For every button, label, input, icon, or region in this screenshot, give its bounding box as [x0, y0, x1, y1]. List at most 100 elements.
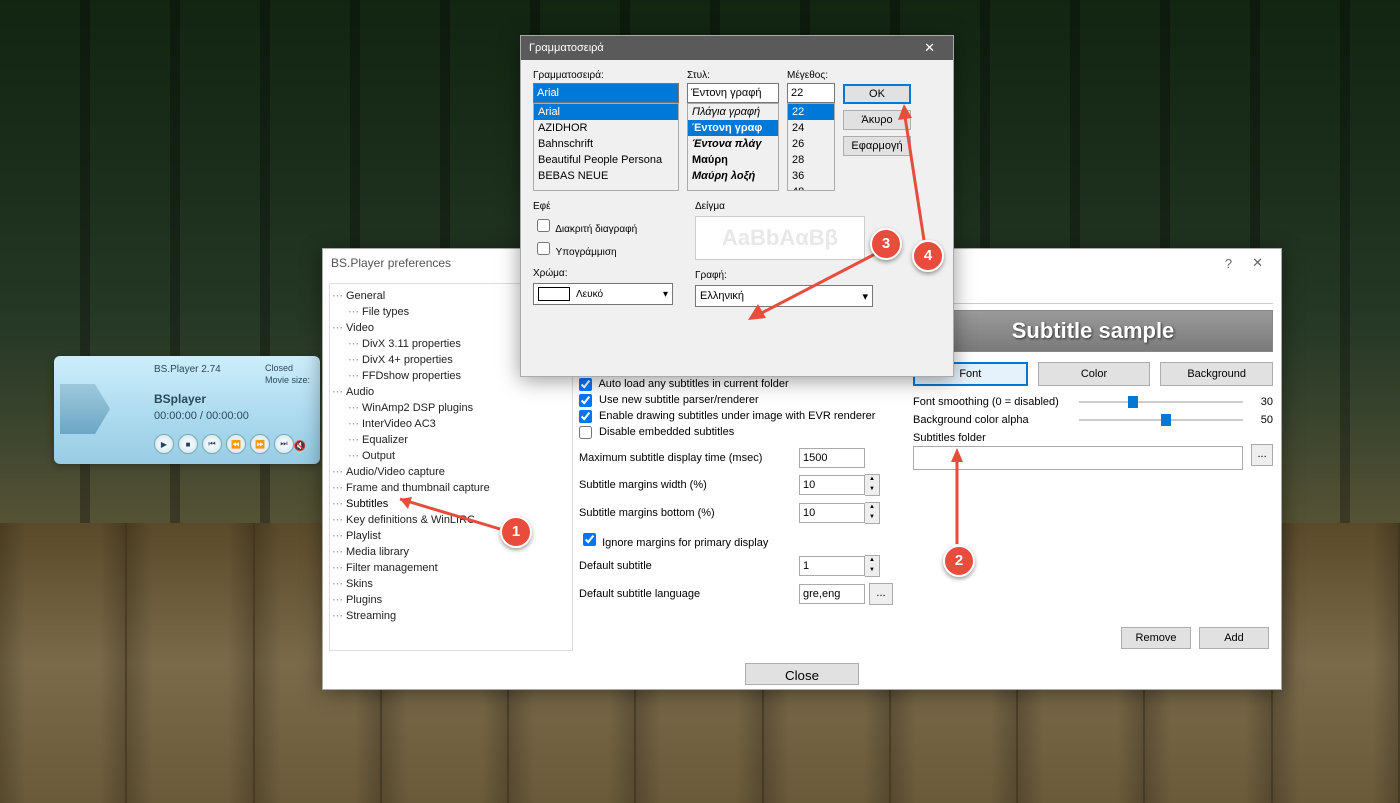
- margin-bottom-label: Subtitle margins bottom (%): [579, 507, 799, 519]
- margin-width-input[interactable]: [799, 475, 865, 495]
- check-item[interactable]: Use new subtitle parser/renderer: [579, 392, 903, 408]
- smoothing-slider[interactable]: [1079, 401, 1243, 403]
- alpha-slider[interactable]: [1079, 419, 1243, 421]
- bsplayer-widget[interactable]: BS.Player 2.74 BSplayer 00:00:00 / 00:00…: [54, 356, 320, 464]
- tree-item[interactable]: Audio: [332, 384, 570, 400]
- default-subtitle-label: Default subtitle: [579, 560, 799, 572]
- default-lang-label: Default subtitle language: [579, 588, 799, 600]
- margin-bottom-input[interactable]: [799, 503, 865, 523]
- close-icon[interactable]: ✕: [914, 36, 945, 60]
- list-item[interactable]: 26: [788, 136, 834, 152]
- spinner[interactable]: ▲▼: [865, 555, 880, 577]
- ff-icon[interactable]: ⏩: [250, 434, 270, 454]
- tree-item[interactable]: Frame and thumbnail capture: [332, 480, 570, 496]
- spinner[interactable]: ▲▼: [865, 474, 880, 496]
- background-button[interactable]: Background: [1160, 362, 1273, 386]
- tree-item[interactable]: Output: [332, 448, 570, 464]
- subtitles-folder-input[interactable]: [913, 446, 1243, 470]
- max-time-label: Maximum subtitle display time (msec): [579, 452, 799, 464]
- underline-check[interactable]: Υπογράμμιση: [533, 239, 683, 262]
- ok-button[interactable]: OK: [843, 84, 911, 104]
- prev-icon[interactable]: ⏮: [202, 434, 222, 454]
- list-item[interactable]: Arial: [534, 104, 678, 120]
- strikeout-check[interactable]: Διακριτή διαγραφή: [533, 216, 683, 239]
- player-header: BS.Player 2.74: [154, 364, 221, 375]
- apply-button[interactable]: Εφαρμογή: [843, 136, 911, 156]
- spinner[interactable]: ▲▼: [865, 502, 880, 524]
- list-item[interactable]: 28: [788, 152, 834, 168]
- preview-label: Δείγμα: [695, 201, 873, 212]
- smoothing-label: Font smoothing (0 = disabled): [913, 396, 1073, 408]
- close-button[interactable]: Close: [745, 663, 859, 685]
- max-time-input[interactable]: [799, 448, 865, 468]
- tree-item[interactable]: Playlist: [332, 528, 570, 544]
- list-item[interactable]: Μαύρη: [688, 152, 778, 168]
- remove-button[interactable]: Remove: [1121, 627, 1191, 649]
- script-select[interactable]: Ελληνική▾: [695, 285, 873, 307]
- tree-item[interactable]: Equalizer: [332, 432, 570, 448]
- font-titlebar[interactable]: Γραμματοσειρά ✕: [521, 36, 953, 60]
- tree-item[interactable]: Plugins: [332, 592, 570, 608]
- tree-item[interactable]: Audio/Video capture: [332, 464, 570, 480]
- font-dialog: Γραμματοσειρά ✕ Γραμματοσειρά: ArialAZID…: [520, 35, 954, 377]
- color-button[interactable]: Color: [1038, 362, 1151, 386]
- player-name: BSplayer: [154, 392, 206, 406]
- tree-item[interactable]: Filter management: [332, 560, 570, 576]
- list-item[interactable]: Bahnschrift: [534, 136, 678, 152]
- style-list[interactable]: Πλάγια γραφήΈντονη γραφΈντονα πλάγΜαύρηΜ…: [687, 103, 779, 191]
- font-list[interactable]: ArialAZIDHORBahnschriftBeautiful People …: [533, 103, 679, 191]
- browse-button[interactable]: ...: [1251, 444, 1273, 466]
- callout-3: 3: [870, 228, 902, 260]
- check-item[interactable]: Disable embedded subtitles: [579, 424, 903, 440]
- color-label: Χρώμα:: [533, 268, 683, 279]
- help-icon[interactable]: ?: [1215, 252, 1242, 275]
- default-lang-input[interactable]: [799, 584, 865, 604]
- tree-item[interactable]: WinAmp2 DSP plugins: [332, 400, 570, 416]
- list-item[interactable]: BEBAS NEUE: [534, 168, 678, 184]
- add-button[interactable]: Add: [1199, 627, 1269, 649]
- list-item[interactable]: Πλάγια γραφή: [688, 104, 778, 120]
- list-item[interactable]: AZIDHOR: [534, 120, 678, 136]
- tree-item[interactable]: Key definitions & WinLIRC: [332, 512, 570, 528]
- style-input[interactable]: [687, 83, 779, 103]
- tree-item[interactable]: Streaming: [332, 608, 570, 624]
- cancel-button[interactable]: Άκυρο: [843, 110, 911, 130]
- player-status: ClosedMovie size:: [265, 362, 310, 386]
- font-label: Γραμματοσειρά:: [533, 70, 679, 81]
- effects-label: Εφέ: [533, 201, 683, 212]
- list-item[interactable]: 48: [788, 184, 834, 191]
- callout-4: 4: [912, 240, 944, 272]
- style-label: Στυλ:: [687, 70, 779, 81]
- list-item[interactable]: Έντονη γραφ: [688, 120, 778, 136]
- script-label: Γραφή:: [695, 270, 873, 281]
- ignore-margins-check[interactable]: Ignore margins for primary display: [579, 530, 768, 549]
- size-list[interactable]: 22242628364872: [787, 103, 835, 191]
- check-item[interactable]: Auto load any subtitles in current folde…: [579, 376, 903, 392]
- play-icon[interactable]: ▶: [154, 434, 174, 454]
- volume-icon[interactable]: 🔇: [294, 441, 306, 452]
- tree-item[interactable]: Skins: [332, 576, 570, 592]
- prefs-title: BS.Player preferences: [331, 256, 451, 270]
- tree-item[interactable]: Subtitles: [332, 496, 570, 512]
- next-icon[interactable]: ⏭: [274, 434, 294, 454]
- alpha-label: Background color alpha: [913, 414, 1073, 426]
- tree-item[interactable]: Media library: [332, 544, 570, 560]
- close-icon[interactable]: ✕: [1242, 251, 1273, 275]
- color-select[interactable]: Λευκό▾: [533, 283, 673, 305]
- list-item[interactable]: Beautiful People Persona: [534, 152, 678, 168]
- list-item[interactable]: 36: [788, 168, 834, 184]
- tree-item[interactable]: InterVideo AC3: [332, 416, 570, 432]
- list-item[interactable]: Μαύρη λοξή: [688, 168, 778, 184]
- browse-button[interactable]: ...: [869, 583, 893, 605]
- list-item[interactable]: 24: [788, 120, 834, 136]
- font-name-input[interactable]: [533, 83, 679, 103]
- subtitle-sample: Subtitle sample: [913, 310, 1273, 352]
- size-input[interactable]: [787, 83, 835, 103]
- default-subtitle-input[interactable]: [799, 556, 865, 576]
- check-item[interactable]: Enable drawing subtitles under image wit…: [579, 408, 903, 424]
- list-item[interactable]: 22: [788, 104, 834, 120]
- stop-icon[interactable]: ■: [178, 434, 198, 454]
- list-item[interactable]: Έντονα πλάγ: [688, 136, 778, 152]
- callout-1: 1: [500, 516, 532, 548]
- rew-icon[interactable]: ⏪: [226, 434, 246, 454]
